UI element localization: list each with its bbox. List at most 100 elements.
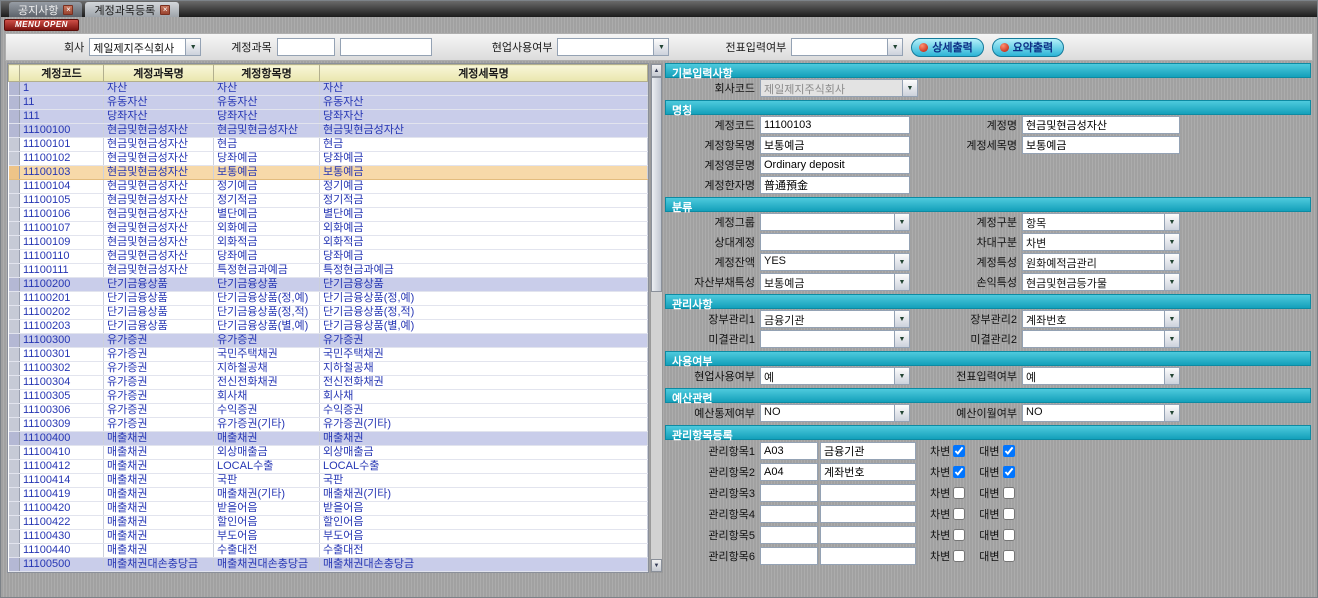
field-usage-select[interactable]: 예 ▼ (760, 367, 910, 385)
row-selector[interactable] (9, 502, 20, 516)
table-row[interactable]: 11100103현금및현금성자산보통예금보통예금 (9, 166, 648, 180)
scroll-up-icon[interactable]: ▲ (651, 64, 662, 77)
table-row[interactable]: 11100412매출채권LOCAL수출LOCAL수출 (9, 460, 648, 474)
table-row[interactable]: 11100104현금및현금성자산정기예금정기예금 (9, 180, 648, 194)
row-selector[interactable] (9, 390, 20, 404)
row-selector[interactable] (9, 530, 20, 544)
row-selector[interactable] (9, 110, 20, 124)
company-code-select[interactable]: 제일제지주식회사 ▼ (760, 79, 918, 97)
mgmt-item-name-input[interactable] (820, 505, 916, 523)
debit-checkbox[interactable] (953, 529, 965, 541)
close-icon[interactable]: × (63, 5, 73, 15)
book-mgmt1-select[interactable]: 금융기관 ▼ (760, 310, 910, 328)
table-row[interactable]: 11100309유가증권유가증권(기타)유가증권(기타) (9, 418, 648, 432)
table-row[interactable]: 11100300유가증권유가증권유가증권 (9, 334, 648, 348)
table-row[interactable]: 11100306유가증권수익증권수익증권 (9, 404, 648, 418)
detail-print-button[interactable]: 상세출력 (911, 38, 983, 57)
table-row[interactable]: 11100400매출채권매출채권매출채권 (9, 432, 648, 446)
table-row[interactable]: 1자산자산자산 (9, 82, 648, 96)
table-row[interactable]: 11100301유가증권국민주택채권국민주택채권 (9, 348, 648, 362)
mgmt-item-name-input[interactable] (820, 526, 916, 544)
slip-filter-select[interactable]: ▼ (791, 38, 903, 56)
row-selector[interactable] (9, 432, 20, 446)
table-row[interactable]: 11100201단기금융상품단기금융상품(정,예)단기금융상품(정,예) (9, 292, 648, 306)
asset-liability-select[interactable]: 보통예금 ▼ (760, 273, 910, 291)
mgmt-item-name-input[interactable] (820, 484, 916, 502)
account-name-field[interactable] (1022, 116, 1180, 134)
table-row[interactable]: 11100105현금및현금성자산정기적금정기적금 (9, 194, 648, 208)
row-selector[interactable] (9, 166, 20, 180)
account-trait-select[interactable]: 원화예적금관리 ▼ (1022, 253, 1180, 271)
budget-carryover-select[interactable]: NO ▼ (1022, 404, 1180, 422)
table-row[interactable]: 11100203단기금융상품단기금융상품(별,예)단기금융상품(별,예) (9, 320, 648, 334)
row-selector[interactable] (9, 96, 20, 110)
account-group-select[interactable]: ▼ (760, 213, 910, 231)
mgmt-item-code-input[interactable] (760, 526, 818, 544)
row-selector[interactable] (9, 334, 20, 348)
row-selector[interactable] (9, 544, 20, 558)
row-selector[interactable] (9, 278, 20, 292)
book-mgmt2-select[interactable]: 계좌번호 ▼ (1022, 310, 1180, 328)
table-row[interactable]: 11100302유가증권지하철공채지하철공채 (9, 362, 648, 376)
table-row[interactable]: 11100419매출채권매출채권(기타)매출채권(기타) (9, 488, 648, 502)
row-selector[interactable] (9, 320, 20, 334)
company-select[interactable]: 제일제지주식회사 ▼ (89, 38, 201, 56)
mgmt-item-code-input[interactable] (760, 547, 818, 565)
close-icon[interactable]: × (160, 5, 170, 15)
credit-checkbox[interactable] (1003, 466, 1015, 478)
credit-checkbox[interactable] (1003, 487, 1015, 499)
row-selector[interactable] (9, 474, 20, 488)
table-row[interactable]: 11유동자산유동자산유동자산 (9, 96, 648, 110)
table-row[interactable]: 11100100현금및현금성자산현금및현금성자산현금및현금성자산 (9, 124, 648, 138)
row-selector[interactable] (9, 124, 20, 138)
row-selector[interactable] (9, 82, 20, 96)
row-selector[interactable] (9, 348, 20, 362)
col-header-subject[interactable]: 계정과목명 (104, 65, 214, 82)
account-english-field[interactable] (760, 156, 910, 174)
table-row[interactable]: 11100102현금및현금성자산당좌예금당좌예금 (9, 152, 648, 166)
summary-print-button[interactable]: 요약출력 (992, 38, 1064, 57)
debit-checkbox[interactable] (953, 445, 965, 457)
table-row[interactable]: 11100200단기금융상품단기금융상품단기금융상품 (9, 278, 648, 292)
credit-checkbox[interactable] (1003, 529, 1015, 541)
row-selector[interactable] (9, 194, 20, 208)
account-hanja-field[interactable] (760, 176, 910, 194)
credit-checkbox[interactable] (1003, 445, 1015, 457)
table-row[interactable]: 11100107현금및현금성자산외화예금외화예금 (9, 222, 648, 236)
tab-notice[interactable]: 공지사항 × (9, 2, 82, 17)
row-selector[interactable] (9, 236, 20, 250)
table-row[interactable]: 11100500매출채권대손충당금매출채권대손충당금매출채권대손충당금 (9, 558, 648, 572)
mgmt-item-code-input[interactable] (760, 484, 818, 502)
account-division-select[interactable]: 항목 ▼ (1022, 213, 1180, 231)
debit-credit-select[interactable]: 차변 ▼ (1022, 233, 1180, 251)
usage-filter-select[interactable]: ▼ (557, 38, 669, 56)
table-row[interactable]: 11100414매출채권국판국판 (9, 474, 648, 488)
account-code-field[interactable] (760, 116, 910, 134)
open-mgmt1-select[interactable]: ▼ (760, 330, 910, 348)
col-header-code[interactable]: 계정코드 (20, 65, 104, 82)
row-selector[interactable] (9, 376, 20, 390)
vertical-scrollbar[interactable]: ▲ ▼ (650, 63, 663, 573)
scroll-down-icon[interactable]: ▼ (651, 559, 662, 572)
row-selector[interactable] (9, 250, 20, 264)
menu-open-button[interactable]: MENU OPEN (4, 19, 79, 31)
debit-checkbox[interactable] (953, 550, 965, 562)
open-mgmt2-select[interactable]: ▼ (1022, 330, 1180, 348)
mgmt-item-code-input[interactable] (760, 442, 818, 460)
table-row[interactable]: 11100106현금및현금성자산별단예금별단예금 (9, 208, 648, 222)
slip-entry-select[interactable]: 예 ▼ (1022, 367, 1180, 385)
table-row[interactable]: 11100109현금및현금성자산외화적금외화적금 (9, 236, 648, 250)
table-row[interactable]: 11100101현금및현금성자산현금현금 (9, 138, 648, 152)
row-selector[interactable] (9, 152, 20, 166)
table-row[interactable]: 11100440매출채권수출대전수출대전 (9, 544, 648, 558)
table-row[interactable]: 111당좌자산당좌자산당좌자산 (9, 110, 648, 124)
col-header-detail[interactable]: 계정세목명 (320, 65, 648, 82)
row-selector[interactable] (9, 362, 20, 376)
table-row[interactable]: 11100410매출채권외상매출금외상매출금 (9, 446, 648, 460)
scroll-track[interactable] (651, 77, 662, 559)
budget-control-select[interactable]: NO ▼ (760, 404, 910, 422)
row-selector[interactable] (9, 306, 20, 320)
mgmt-item-name-input[interactable] (820, 463, 916, 481)
row-selector[interactable] (9, 292, 20, 306)
tab-account-registration[interactable]: 계정과목등록 × (85, 2, 179, 17)
